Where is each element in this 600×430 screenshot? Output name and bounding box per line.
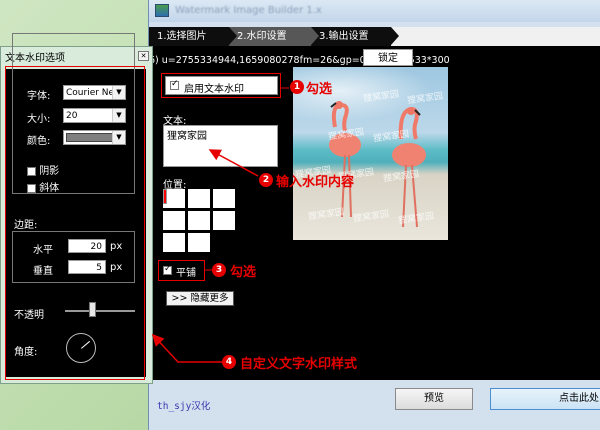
annotation-badge: 3 <box>212 263 226 277</box>
annotation-box-tile <box>158 260 205 281</box>
annotation-badge: 4 <box>222 355 236 369</box>
position-cell-middle-right[interactable] <box>213 211 235 230</box>
annotation-box-enable <box>161 73 281 98</box>
position-cell-middle-left[interactable] <box>163 211 185 230</box>
position-cell-center[interactable] <box>188 211 210 230</box>
position-cell-bottom-right[interactable] <box>163 189 167 204</box>
watermark-text-input[interactable]: 狸窝家园 <box>163 125 278 167</box>
credit-text: th_sjy汉化 <box>157 401 211 412</box>
lock-button[interactable]: 锁定 <box>363 49 413 66</box>
tab-select-images[interactable]: 1.选择图片 <box>149 27 237 46</box>
position-cell-top-center[interactable] <box>188 189 210 208</box>
annotation-box-panel <box>5 66 145 380</box>
position-grid <box>163 189 235 253</box>
annotation-label: 自定义文字水印样式 <box>240 357 358 372</box>
window-title: Watermark Image Builder 1.x <box>175 5 322 16</box>
apply-button[interactable]: 点击此处 <box>490 388 600 410</box>
title-bar: Watermark Image Builder 1.x <box>149 0 600 22</box>
annotation-label: 勾选 <box>306 82 333 97</box>
tab-watermark-settings[interactable]: 2.水印设置 <box>229 27 319 46</box>
hide-more-button[interactable]: >> 隐藏更多 <box>166 291 234 306</box>
app-icon <box>155 4 169 17</box>
position-cell-top-right[interactable] <box>213 189 235 208</box>
preview-button[interactable]: 预览 <box>395 388 473 410</box>
annotation-label: 输入水印内容 <box>276 175 355 190</box>
annotation-badge: 2 <box>259 173 273 187</box>
position-cell-bottom-center[interactable] <box>188 233 210 252</box>
annotation-label: 勾选 <box>230 265 257 280</box>
position-cell-bottom-left[interactable] <box>163 233 185 252</box>
step-tabs: 1.选择图片 2.水印设置 3.输出设置 <box>149 27 600 46</box>
tab-output-settings[interactable]: 3.输出设置 <box>311 27 399 46</box>
annotation-badge: 1 <box>290 80 304 94</box>
close-icon[interactable]: ✕ <box>138 51 149 61</box>
